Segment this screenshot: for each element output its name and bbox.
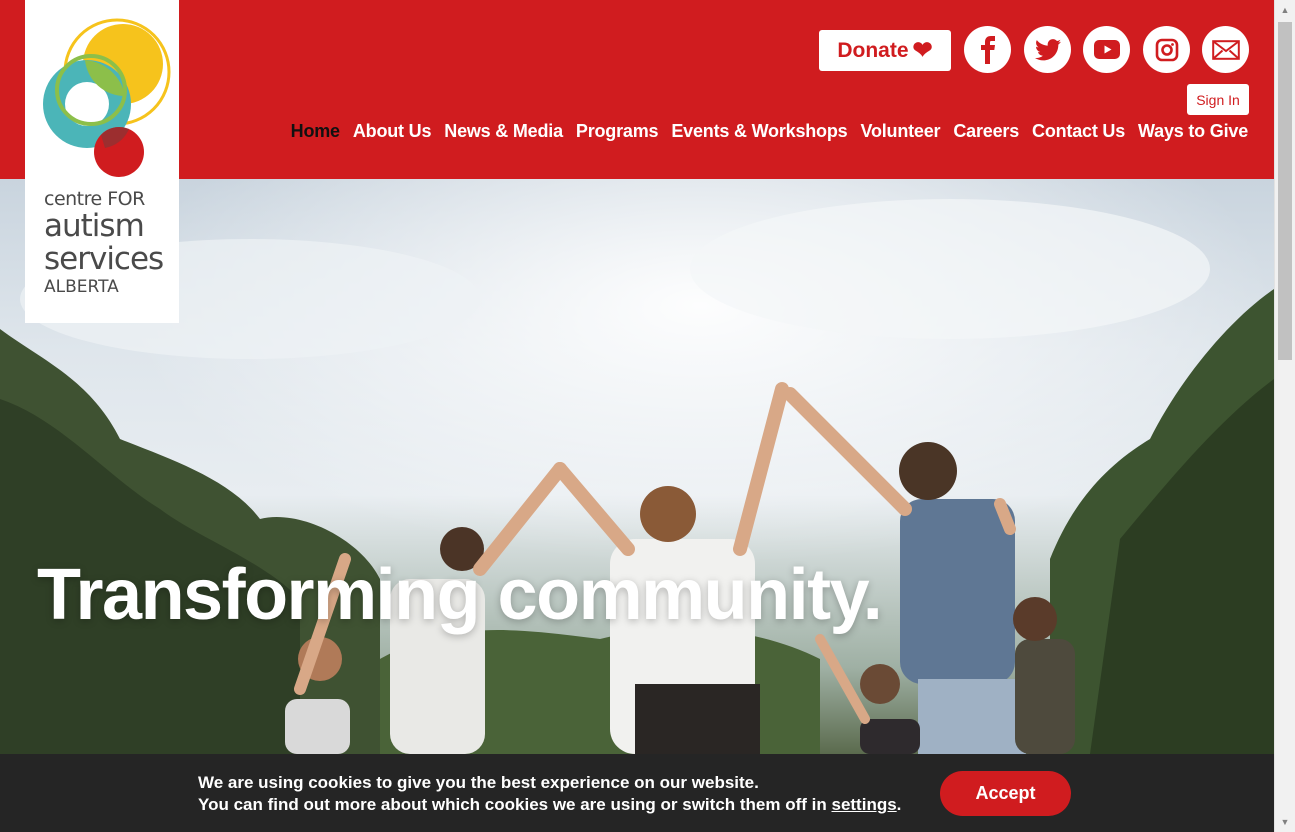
twitter-icon[interactable] [1024, 26, 1071, 73]
facebook-icon[interactable] [964, 26, 1011, 73]
cookie-consent-bar: We are using cookies to give you the bes… [0, 754, 1274, 832]
logo-circles-icon [43, 18, 171, 177]
nav-careers[interactable]: Careers [953, 121, 1019, 142]
cookie-settings-link[interactable]: settings [831, 795, 896, 814]
instagram-icon[interactable] [1143, 26, 1190, 73]
sign-in-button[interactable]: Sign In [1187, 84, 1249, 115]
logo-line-services: services [44, 241, 164, 277]
email-icon[interactable] [1202, 26, 1249, 73]
cookie-message-line2-text: You can find out more about which cookie… [198, 795, 832, 814]
accept-cookies-button[interactable]: Accept [940, 771, 1071, 816]
nav-about-us[interactable]: About Us [353, 121, 432, 142]
cookie-message-line1: We are using cookies to give you the bes… [198, 773, 759, 792]
cookie-message-line2: You can find out more about which cookie… [198, 794, 901, 816]
cookie-message-period: . [896, 795, 902, 814]
scroll-down-arrow-icon[interactable]: ▼ [1275, 812, 1295, 832]
site-logo[interactable]: centre FOR autism services ALBERTA [25, 0, 179, 323]
scroll-up-arrow-icon[interactable]: ▲ [1275, 0, 1295, 20]
nav-ways-to-give[interactable]: Ways to Give [1138, 121, 1248, 142]
page-scrollbar[interactable]: ▲ ▼ [1274, 0, 1295, 832]
logo-line-centre-for: centre FOR [44, 188, 145, 210]
scrollbar-thumb[interactable] [1278, 22, 1292, 360]
donate-button[interactable]: Donate ❤ [819, 30, 951, 71]
hero-headline: Transforming community. [37, 555, 883, 635]
logo-line-autism: autism [44, 208, 145, 244]
main-nav: Home About Us News & Media Programs Even… [291, 121, 1249, 142]
nav-programs[interactable]: Programs [576, 121, 659, 142]
heart-icon: ❤ [912, 36, 933, 64]
donate-label: Donate [837, 38, 909, 62]
cookie-message: We are using cookies to give you the bes… [198, 772, 901, 816]
nav-volunteer[interactable]: Volunteer [860, 121, 940, 142]
youtube-icon[interactable] [1083, 26, 1130, 73]
nav-contact-us[interactable]: Contact Us [1032, 121, 1125, 142]
nav-events-workshops[interactable]: Events & Workshops [671, 121, 847, 142]
hero-photo [0, 179, 1274, 754]
logo-line-alberta: ALBERTA [44, 277, 119, 297]
logo-wordmark: centre FOR autism services ALBERTA [44, 188, 164, 297]
site-header: Home About Us News & Media Programs Even… [0, 0, 1274, 179]
nav-news-media[interactable]: News & Media [444, 121, 563, 142]
nav-home[interactable]: Home [291, 121, 340, 142]
hero-banner: Transforming community. [0, 179, 1274, 754]
